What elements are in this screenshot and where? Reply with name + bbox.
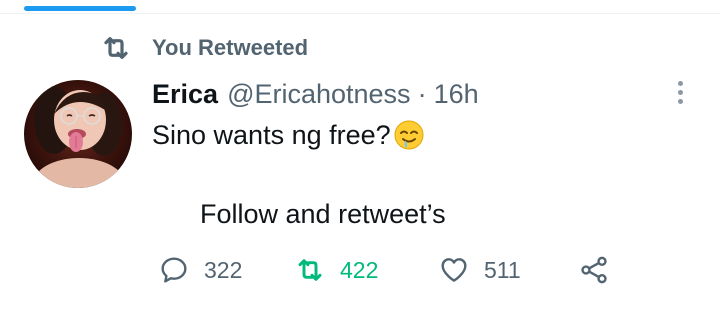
user-handle[interactable]: @Ericahotness: [227, 79, 411, 110]
share-button[interactable]: [578, 248, 610, 292]
more-dot: [677, 89, 683, 95]
retweet-icon: [100, 32, 132, 64]
tweet-text-line-2: Follow and retweet’s: [200, 199, 446, 229]
retweet-count: 422: [340, 256, 379, 283]
social-context-label: You Retweeted: [152, 35, 309, 60]
tweet-text: Sino wants ng free?: [152, 120, 391, 150]
reply-button[interactable]: 322: [158, 248, 242, 292]
like-button[interactable]: 511: [438, 248, 521, 292]
tweet-text-line-1: Sino wants ng free?: [152, 115, 425, 155]
more-options-button[interactable]: [668, 76, 692, 108]
more-dot: [677, 98, 683, 104]
retweet-active-icon: [294, 254, 326, 286]
reply-icon: [158, 254, 190, 286]
timestamp[interactable]: 16h: [434, 79, 479, 110]
tweet-actions: 322 422 511: [152, 248, 622, 292]
drooling-face-icon: [393, 119, 425, 151]
header-divider: [0, 13, 720, 14]
like-count: 511: [484, 256, 521, 283]
heart-icon: [438, 254, 470, 286]
retweet-button[interactable]: 422: [294, 248, 378, 292]
avatar[interactable]: [24, 80, 132, 188]
active-tab-indicator: [24, 6, 136, 11]
share-icon: [578, 254, 610, 286]
reply-count: 322: [204, 256, 243, 283]
social-context[interactable]: You Retweeted: [100, 32, 308, 64]
tweet-header: Erica @Ericahotness · 16h: [152, 76, 479, 112]
more-dot: [677, 80, 683, 86]
separator-dot: ·: [417, 78, 427, 109]
display-name[interactable]: Erica: [152, 79, 218, 110]
